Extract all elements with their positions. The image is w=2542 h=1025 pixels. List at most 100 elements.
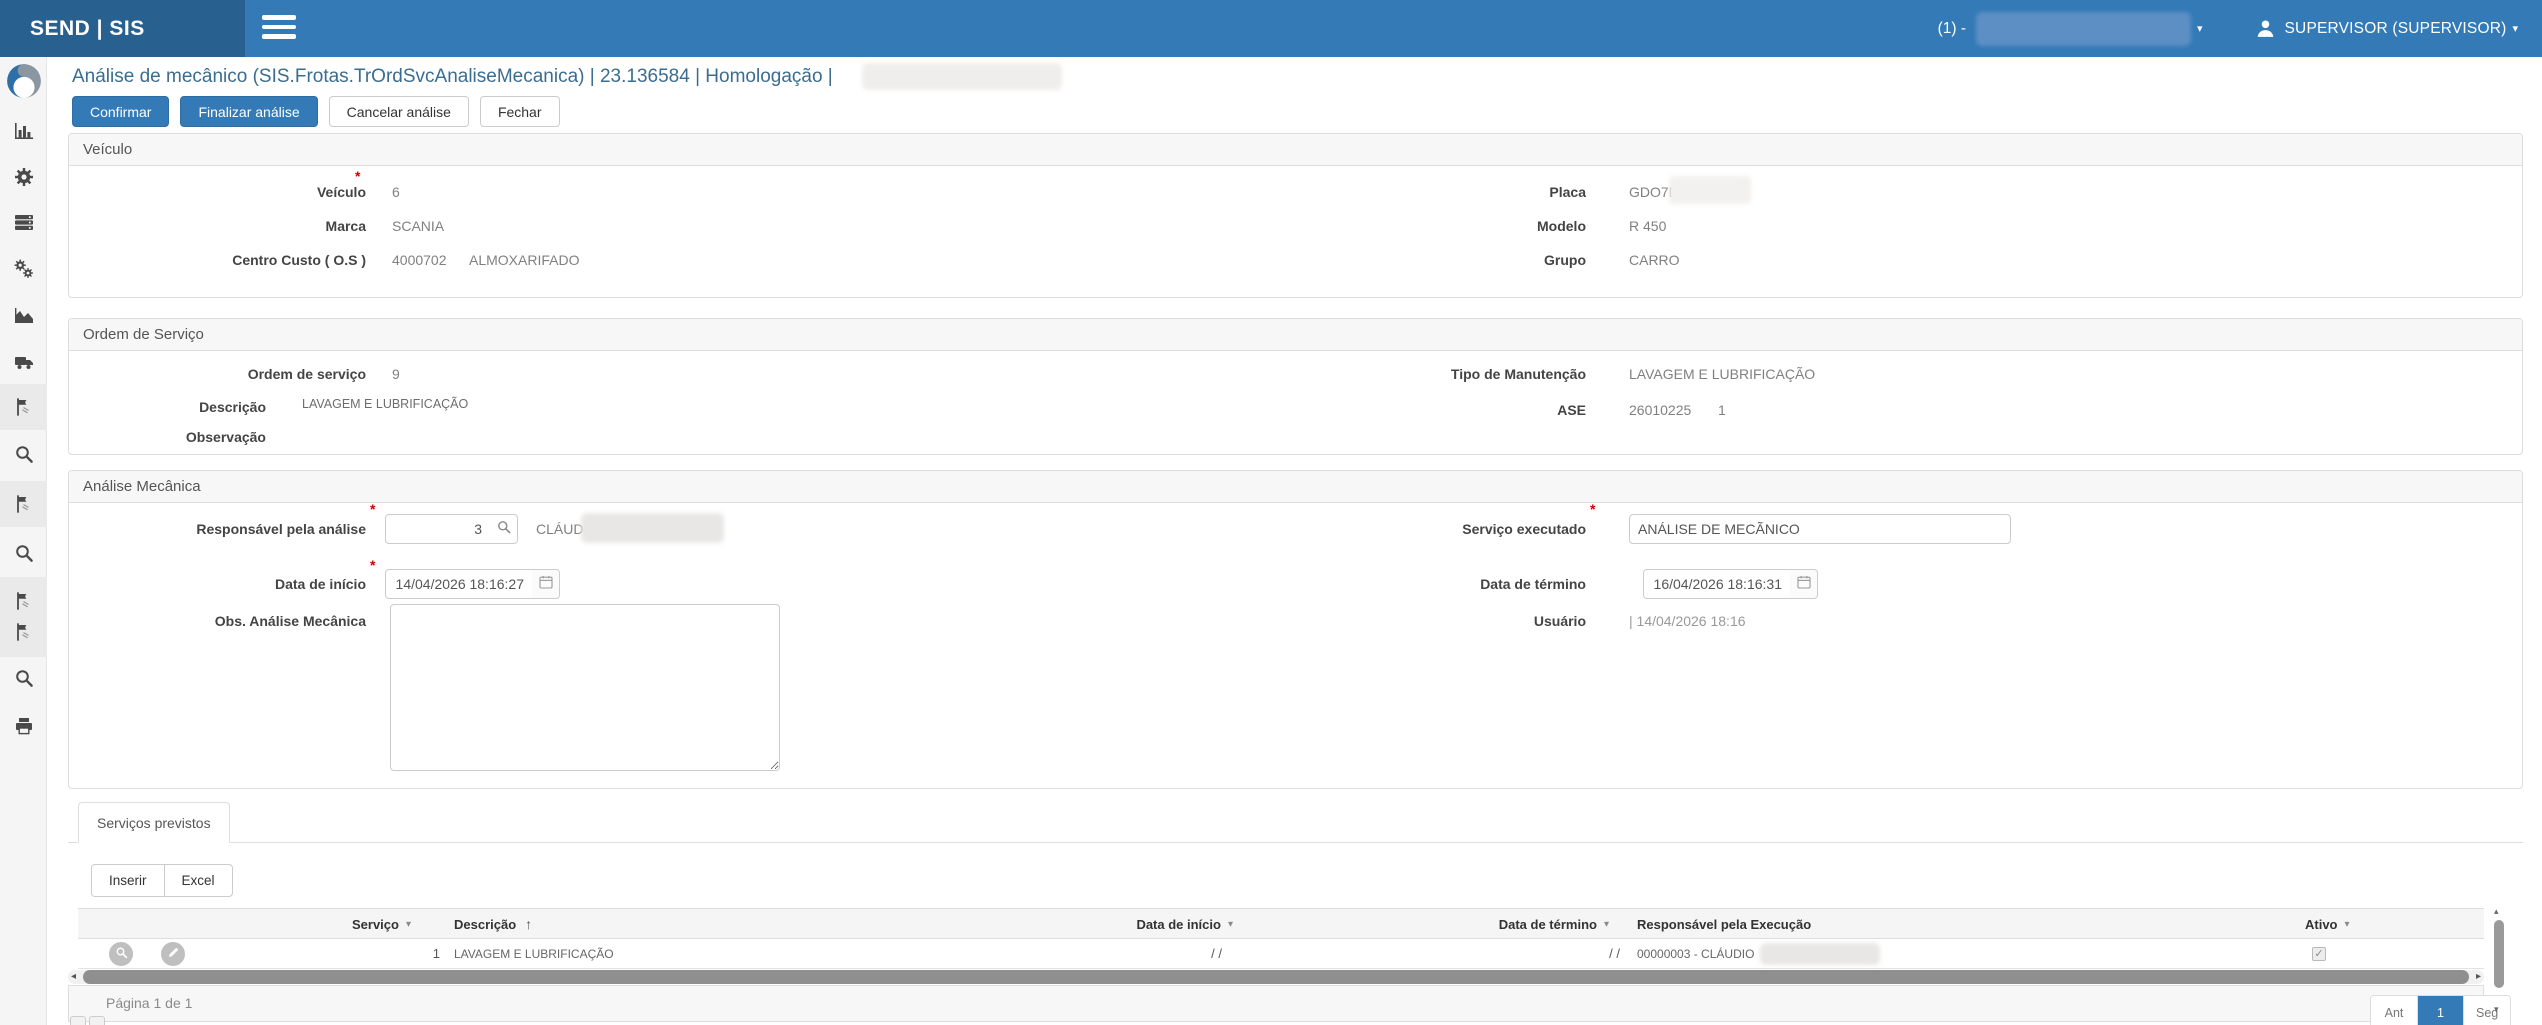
cost-center-label: Centro Custo ( O.S ) [69,252,366,268]
brand-logo[interactable]: SEND | SIS [0,0,245,57]
search-icon [496,519,512,540]
flag-icon [14,397,34,417]
maintenance-type-label: Tipo de Manutenção [1169,366,1586,382]
vertical-scrollbar[interactable]: ▴ ▾ [2492,908,2506,1021]
description-value: LAVAGEM E LUBRIFICAÇÃO [302,397,468,411]
end-date-calendar-button[interactable] [1790,569,1818,599]
cell-data-termino: / / [1520,939,1620,968]
redacted-company-select[interactable] [1976,12,2191,46]
start-date-calendar-button[interactable] [532,569,560,599]
sidebar-item-search[interactable] [0,434,47,474]
toolbar: Confirmar Finalizar análise Cancelar aná… [72,96,560,127]
sidebar-item-search[interactable] [0,533,47,573]
sidebar-item-flag[interactable] [0,387,47,427]
scrollbar-thumb[interactable] [2494,920,2504,988]
confirm-button[interactable]: Confirmar [72,96,169,127]
insert-button[interactable]: Inserir [91,864,165,897]
user-name: SUPERVISOR (SUPERVISOR) [2285,20,2507,38]
column-header-data-inicio[interactable]: Data de início▾ [1135,909,1233,939]
search-icon [14,444,34,464]
end-date-input[interactable] [1643,569,1791,599]
sidebar-item-server[interactable] [0,202,47,242]
vehicle-label: Veículo [69,184,366,200]
finalize-analysis-button[interactable]: Finalizar análise [180,96,317,127]
user-value: | 14/04/2026 18:16 [1629,613,1746,629]
gear-icon [14,167,34,187]
sidebar-item-search[interactable] [0,658,47,698]
truck-icon [14,352,34,372]
column-header-responsavel[interactable]: Responsável pela Execução [1637,909,1811,939]
scrollbar-thumb[interactable] [83,970,2469,984]
sidebar-item-printer[interactable] [0,706,47,746]
executed-service-input[interactable] [1629,514,2011,544]
app-window: SEND | SIS (1) - ▾ SUPERVISOR (SUPERVISO… [0,0,2542,1025]
user-menu[interactable]: SUPERVISOR (SUPERVISOR) ▾ [2255,18,2524,39]
required-asterisk: * [370,501,375,517]
analysis-obs-label: Obs. Análise Mecânica [69,613,366,629]
cell-descricao: LAVAGEM E LUBRIFICAÇÃO [454,939,614,968]
required-asterisk: * [1590,501,1595,517]
cell-responsavel: 00000003 - CLÁUDIO [1637,939,1754,968]
sidebar-item-flag[interactable] [0,612,47,652]
page-title: Análise de mecânico (SIS.Frotas.TrOrdSvc… [72,66,833,88]
ase-seq: 1 [1718,402,1726,418]
vehicle-panel-title: Veículo [69,134,2522,166]
ase-label: ASE [1169,402,1586,418]
pager-prev-button[interactable]: Ant [2371,996,2417,1025]
service-order-label: Ordem de serviço [69,366,366,382]
sort-caret-icon: ▾ [406,919,411,930]
sidebar-item-chart-area[interactable] [0,296,47,336]
flag-icon [14,591,34,611]
analysis-obs-textarea[interactable] [390,604,780,771]
sort-arrow-up-icon: ↑ [525,916,532,932]
maintenance-type-value: LAVAGEM E LUBRIFICAÇÃO [1629,366,1815,382]
scroll-up-icon[interactable]: ▴ [2494,906,2499,917]
sidebar-item-truck[interactable] [0,342,47,382]
excel-button[interactable]: Excel [164,864,233,897]
close-button[interactable]: Fechar [480,96,560,127]
gears-icon [14,259,34,279]
column-header-data-termino[interactable]: Data de término▾ [1491,909,1609,939]
column-header-descricao[interactable]: Descrição↑ [454,909,532,939]
scroll-down-icon[interactable]: ▾ [2494,1004,2499,1015]
start-date-input[interactable] [385,569,533,599]
flag-icon [14,622,34,642]
tab-servicos-previstos[interactable]: Serviços previstos [78,802,230,843]
sidebar-item-gears[interactable] [0,249,47,289]
search-lookup-button[interactable] [490,514,518,544]
top-navbar: SEND | SIS (1) - ▾ SUPERVISOR (SUPERVISO… [0,0,2542,57]
row-view-button[interactable] [109,942,133,966]
vehicle-panel: Veículo * Veículo 6 Marca SCANIA Centro … [68,133,2523,298]
model-label: Modelo [1169,218,1586,234]
calendar-icon [538,574,554,595]
redacted-text [862,63,1062,90]
grid-footer: Página 1 de 1 [68,985,2484,1022]
column-header-ativo[interactable]: Ativo▾ [2305,909,2350,939]
pager-page-1-button[interactable]: 1 [2417,996,2463,1025]
app-logo-icon[interactable] [5,62,43,100]
column-header-servico[interactable]: Serviço▾ [298,909,411,939]
server-icon [14,212,34,232]
hamburger-menu-icon[interactable] [262,15,296,42]
analysis-responsible-input[interactable] [385,514,491,544]
scroll-right-icon[interactable]: ▸ [2476,970,2481,984]
cell-servico: 1 [328,939,440,968]
horizontal-scrollbar[interactable]: ◂ ▸ [68,970,2484,984]
sidebar-item-flag[interactable] [0,484,47,524]
cancel-analysis-button[interactable]: Cancelar análise [329,96,469,127]
user-label: Usuário [1169,613,1586,629]
redacted-text [581,513,724,543]
scroll-left-icon[interactable]: ◂ [71,970,76,984]
end-date-label: Data de término [1169,576,1586,592]
pagination: Ant 1 Seg [2370,995,2511,1025]
redacted-text [1669,176,1751,204]
row-edit-button[interactable] [161,942,185,966]
chevron-down-icon[interactable]: ▾ [2197,22,2203,35]
navbar-right: (1) - ▾ SUPERVISOR (SUPERVISOR) ▾ [1938,0,2524,57]
ase-code: 26010225 [1629,402,1691,418]
calendar-icon [1796,574,1812,595]
service-order-panel: Ordem de Serviço Ordem de serviço 9 Desc… [68,318,2523,455]
sidebar-item-gear[interactable] [0,157,47,197]
sidebar-item-chart-bar[interactable] [0,111,47,151]
chevron-down-icon: ▾ [2512,22,2518,35]
